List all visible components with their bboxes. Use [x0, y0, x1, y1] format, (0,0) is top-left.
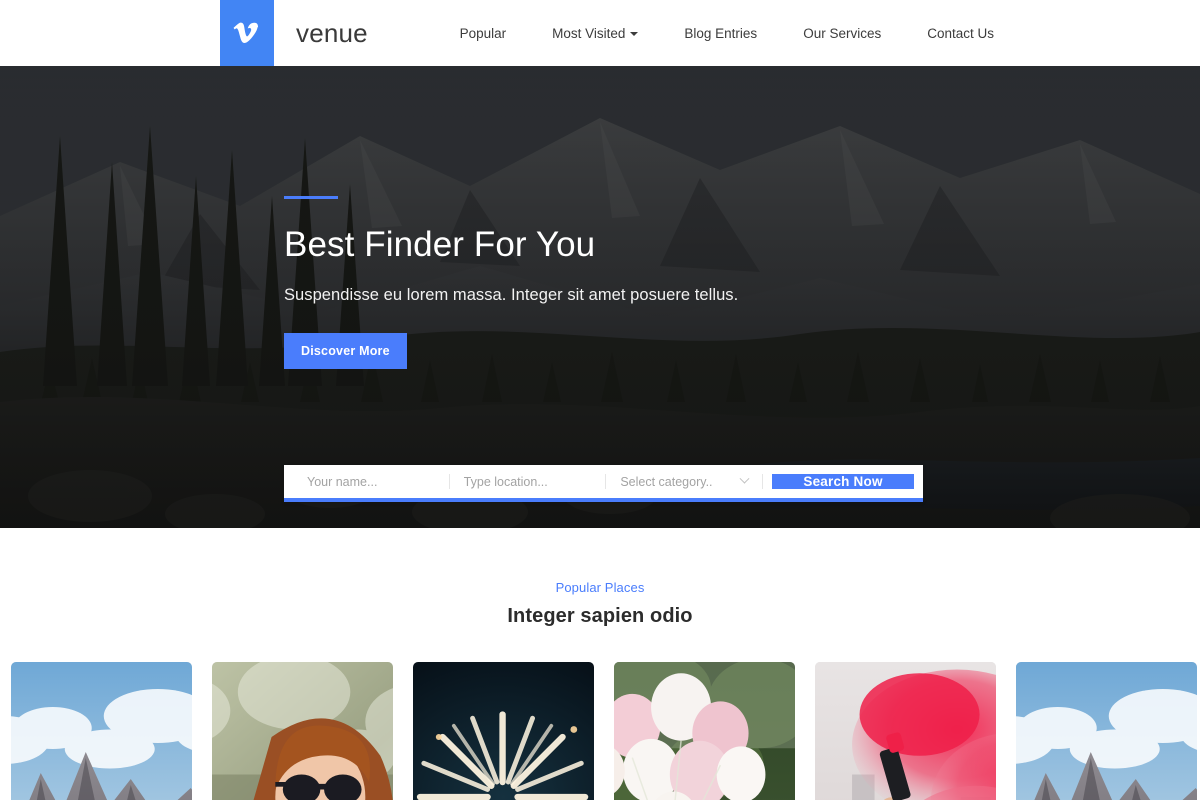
- nav-item-contact-us[interactable]: Contact Us: [927, 26, 994, 41]
- place-card[interactable]: [212, 662, 393, 800]
- nav-item-label: Most Visited: [552, 25, 626, 41]
- hero-title: Best Finder For You: [284, 225, 596, 264]
- place-card[interactable]: [11, 662, 192, 800]
- category-select[interactable]: Select category..: [606, 473, 764, 489]
- nav-item-blog-entries[interactable]: Blog Entries: [684, 26, 757, 41]
- place-card-image: [614, 662, 795, 800]
- place-card[interactable]: [614, 662, 795, 800]
- page-root: venue Popular Most Visited Blog Entries …: [0, 0, 1200, 800]
- nav-item-label: Blog Entries: [684, 25, 758, 41]
- popular-places-grid: [0, 662, 1200, 800]
- hero-accent-rule: [284, 196, 338, 199]
- brand-logo[interactable]: venue: [220, 0, 368, 66]
- search-location-input[interactable]: [463, 474, 592, 489]
- place-card-image: [11, 662, 192, 800]
- name-field-wrapper: [293, 474, 450, 489]
- popular-places-section: Popular Places Integer sapien odio: [0, 528, 1200, 800]
- place-card-image: [413, 662, 594, 800]
- section-header: Popular Places Integer sapien odio: [0, 528, 1200, 628]
- header-inner: venue Popular Most Visited Blog Entries …: [0, 0, 1200, 66]
- primary-nav: Popular Most Visited Blog Entries Our Se…: [460, 0, 1200, 66]
- section-title: Integer sapien odio: [507, 605, 693, 627]
- nav-item-most-visited[interactable]: Most Visited: [552, 25, 639, 41]
- hero-section: Best Finder For You Suspendisse eu lorem…: [0, 66, 1200, 528]
- nav-item-label: Our Services: [803, 25, 882, 41]
- nav-item-our-services[interactable]: Our Services: [803, 26, 881, 41]
- nav-item-popular[interactable]: Popular: [460, 26, 507, 41]
- hero-subtitle: Suspendisse eu lorem massa. Integer sit …: [284, 286, 739, 305]
- place-card[interactable]: [815, 662, 996, 800]
- search-name-input[interactable]: [307, 474, 435, 489]
- category-select-value: Select category..: [620, 474, 713, 489]
- search-now-button[interactable]: Search Now: [772, 474, 915, 489]
- place-card[interactable]: [1016, 662, 1197, 800]
- location-field-wrapper: [450, 474, 607, 489]
- hero-content: Best Finder For You Suspendisse eu lorem…: [284, 196, 1044, 370]
- nav-item-label: Popular: [459, 25, 507, 41]
- place-card[interactable]: [413, 662, 594, 800]
- nav-item-label: Contact Us: [927, 25, 994, 41]
- chevron-down-icon: [630, 32, 639, 36]
- chevron-down-icon: [739, 473, 750, 484]
- vimeo-v-logo-icon: [220, 0, 274, 66]
- brand-name: venue: [296, 18, 368, 48]
- site-header: venue Popular Most Visited Blog Entries …: [0, 0, 1200, 66]
- place-card-image: [212, 662, 393, 800]
- place-card-image: [1016, 662, 1197, 800]
- place-card-image: [815, 662, 996, 800]
- discover-more-button[interactable]: Discover More: [284, 333, 407, 370]
- search-form: Select category.. Search Now: [284, 465, 923, 502]
- section-eyebrow: Popular Places: [555, 580, 645, 595]
